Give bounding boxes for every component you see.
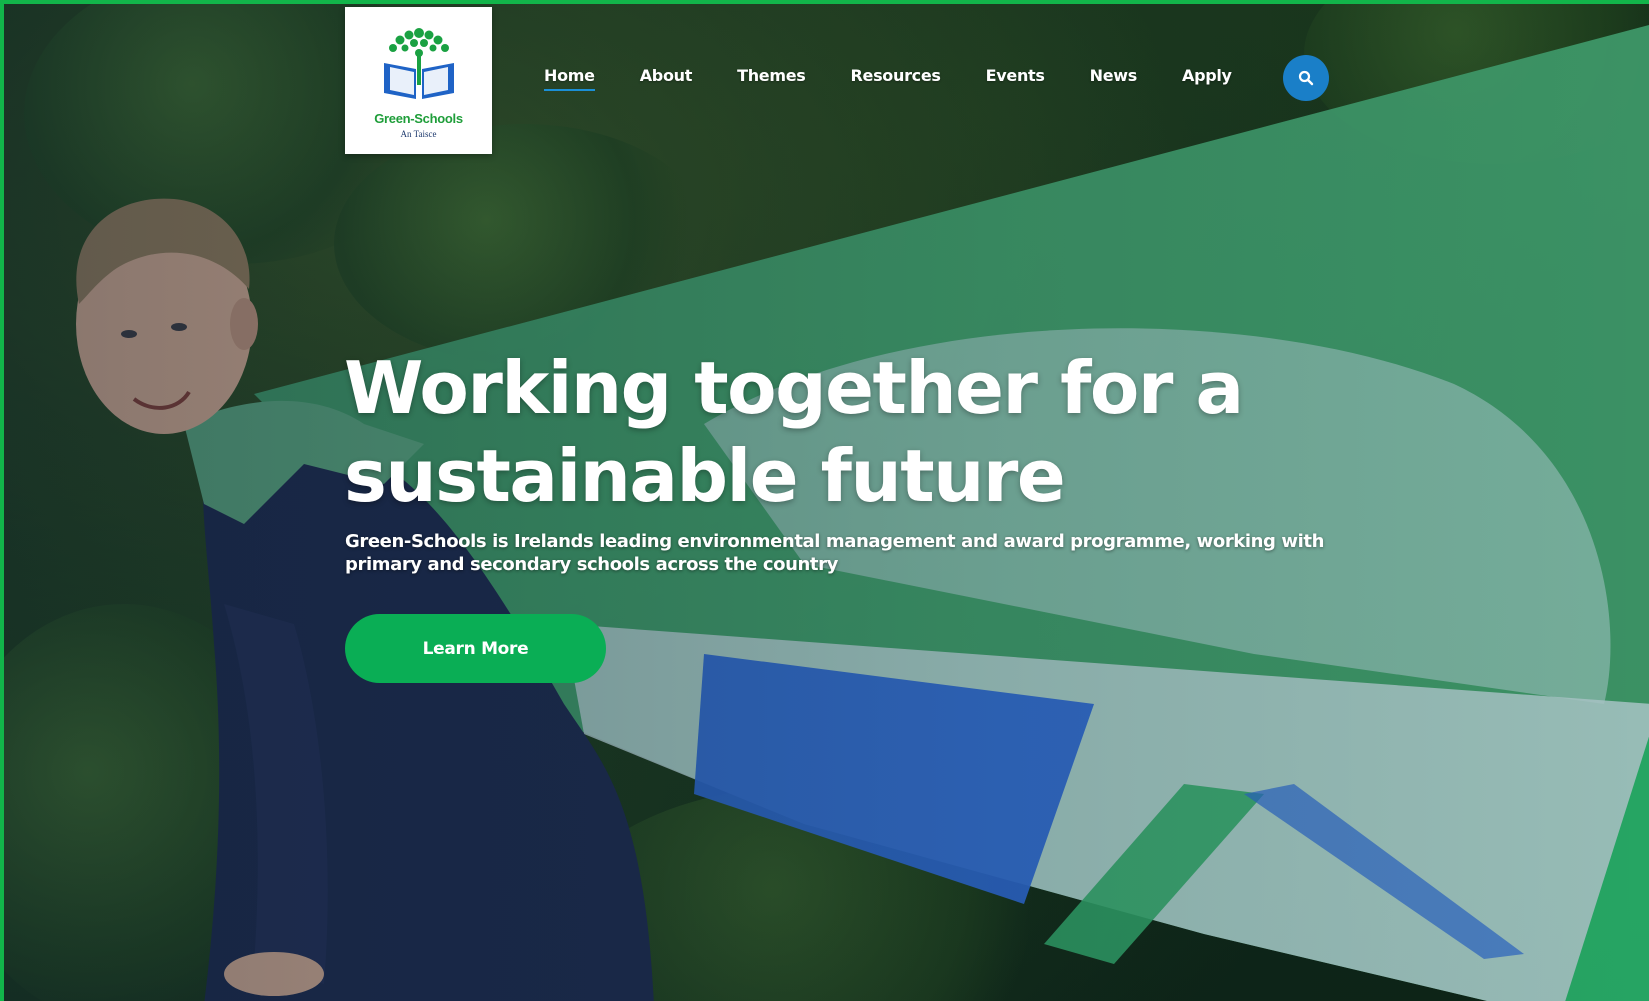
search-button[interactable] bbox=[1283, 55, 1329, 101]
logo-text: Green-Schools bbox=[374, 110, 463, 126]
hero-title-line-2: sustainable future bbox=[344, 434, 1066, 518]
nav-item-themes[interactable]: Themes bbox=[737, 66, 806, 89]
hero-subtitle: Green-Schools is Irelands leading enviro… bbox=[345, 530, 1335, 576]
hero-subtitle-line-2: primary and secondary schools across the… bbox=[345, 554, 838, 575]
page-frame: Green-Schools An Taisce Home About Theme… bbox=[0, 0, 1649, 1001]
main-nav: Home About Themes Resources Events News … bbox=[544, 62, 1277, 92]
nav-item-news[interactable]: News bbox=[1090, 66, 1138, 89]
search-icon bbox=[1298, 70, 1314, 86]
hero-title: Working together for a sustainable futur… bbox=[344, 344, 1244, 520]
nav-item-events[interactable]: Events bbox=[986, 66, 1045, 89]
nav-item-about[interactable]: About bbox=[640, 66, 693, 89]
hero-title-line-1: Working together for a bbox=[344, 346, 1244, 430]
tree-book-logo-icon bbox=[383, 27, 454, 99]
hero-subtitle-line-1: Green-Schools is Irelands leading enviro… bbox=[345, 531, 1325, 552]
logo-subtext: An Taisce bbox=[400, 128, 437, 139]
nav-item-home[interactable]: Home bbox=[544, 66, 595, 91]
nav-item-apply[interactable]: Apply bbox=[1182, 66, 1232, 89]
site-logo[interactable]: Green-Schools An Taisce bbox=[345, 7, 492, 154]
learn-more-button[interactable]: Learn More bbox=[345, 614, 606, 683]
nav-item-resources[interactable]: Resources bbox=[851, 66, 941, 89]
